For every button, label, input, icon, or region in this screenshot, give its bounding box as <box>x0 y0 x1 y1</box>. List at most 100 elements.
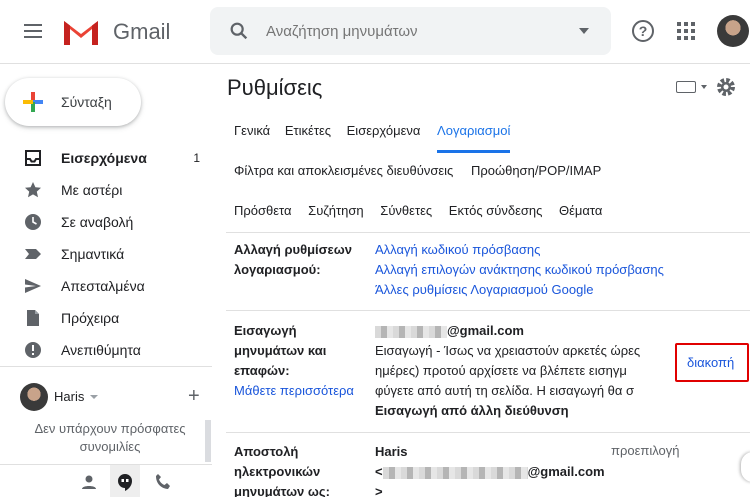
import-label: Εισαγωγή μηνυμάτων και επαφών: <box>234 321 326 381</box>
gmail-logo[interactable]: Gmail <box>62 15 170 49</box>
label-line: επαφών: <box>234 363 290 378</box>
tab-accounts[interactable]: Λογαριασμοί <box>437 123 510 138</box>
sidebar-item-label: Σημαντικά <box>61 246 125 262</box>
send-as-label: Αποστολή ηλεκτρονικών μηνυμάτων ως: <box>234 442 330 497</box>
sidebar-item-sent[interactable]: Απεσταλμένα <box>0 270 212 302</box>
phone-icon[interactable] <box>154 473 172 491</box>
apps-grid-icon[interactable] <box>677 22 701 46</box>
contacts-icon[interactable] <box>80 473 98 491</box>
important-icon <box>25 249 41 259</box>
main-menu-button[interactable] <box>18 20 48 44</box>
search-options-chevron-icon[interactable] <box>579 28 589 34</box>
email-domain: @gmail.com <box>447 323 524 338</box>
label-line: λογαριασμού: <box>234 262 321 277</box>
sidebar-item-important[interactable]: Σημαντικά <box>0 238 212 270</box>
label-line: Αποστολή <box>234 444 299 459</box>
tab-themes[interactable]: Θέματα <box>559 203 602 218</box>
row-divider <box>226 432 750 433</box>
settings-tabs-row-1: Γενικά Ετικέτες Εισερχόμενα Λογαριασμοί <box>234 123 510 143</box>
keyboard-icon[interactable] <box>676 81 696 93</box>
sidebar-item-spam[interactable]: Ανεπιθύμητα <box>0 334 212 366</box>
sidebar-divider <box>0 366 212 367</box>
chevron-down-icon[interactable] <box>701 85 707 89</box>
gear-icon[interactable] <box>716 77 736 97</box>
hangouts-icon[interactable] <box>116 473 134 491</box>
label-line: Αλλαγή ρυθμίσεων <box>234 242 352 257</box>
gmail-m-icon <box>64 21 98 45</box>
unread-count: 1 <box>193 151 200 165</box>
plus-icon <box>23 92 43 112</box>
tab-offline[interactable]: Εκτός σύνδεσης <box>449 203 543 218</box>
tabs-divider <box>226 232 750 233</box>
settings-tabs-row-2: Φίλτρα και αποκλεισμένες διευθύνσεις Προ… <box>234 163 601 183</box>
hangouts-user-name: Haris <box>54 389 85 404</box>
tab-filters[interactable]: Φίλτρα και αποκλεισμένες διευθύνσεις <box>234 163 453 178</box>
change-password-link[interactable]: Αλλαγή κωδικού πρόσβασης <box>375 240 664 260</box>
tab-chat[interactable]: Συζήτηση <box>308 203 364 218</box>
sidebar-item-label: Πρόχειρα <box>61 310 120 326</box>
side-panel-toggle[interactable] <box>741 452 750 482</box>
send-as-name: Haris <box>375 444 408 459</box>
google-account-settings-link[interactable]: Άλλες ρυθμίσεις Λογαριασμού Google <box>375 280 664 300</box>
search-bar <box>210 7 611 55</box>
inbox-icon <box>25 150 41 166</box>
send-as-email: < @gmail.com <box>375 462 605 482</box>
import-status-line: Εισαγωγή - Ίσως να χρειαστούν αρκετές ώρ… <box>375 343 641 358</box>
hangouts-scrollbar[interactable] <box>205 420 211 462</box>
tab-forwarding[interactable]: Προώθηση/POP/IMAP <box>471 163 601 178</box>
change-recovery-link[interactable]: Αλλαγή επιλογών ανάκτησης κωδικού πρόσβα… <box>375 260 664 280</box>
search-input[interactable] <box>266 21 566 41</box>
email-domain: @gmail.com <box>527 464 605 479</box>
app-name: Gmail <box>113 19 171 44</box>
redacted-email <box>375 325 447 338</box>
tab-advanced[interactable]: Σύνθετες <box>380 203 432 218</box>
settings-tabs-row-3: Πρόσθετα Συζήτηση Σύνθετες Εκτός σύνδεση… <box>234 203 602 223</box>
learn-more-link-text[interactable]: Μάθετε περισσότερα <box>234 383 354 398</box>
row-divider <box>226 310 750 311</box>
hangouts-empty-message: Δεν υπάρχουν πρόσφατες συνομιλίες <box>34 421 186 454</box>
account-settings-label: Αλλαγή ρυθμίσεων λογαριασμού: <box>234 240 352 280</box>
sidebar-item-inbox[interactable]: Εισερχόμενα 1 <box>0 142 212 174</box>
stop-import-link[interactable]: διακοπή <box>687 355 734 370</box>
sidebar-item-label: Ανεπιθύμητα <box>61 342 141 358</box>
account-avatar[interactable] <box>717 15 749 47</box>
label-line: ηλεκτρονικών <box>234 464 321 479</box>
compose-label: Σύνταξη <box>61 94 112 110</box>
clock-icon <box>25 214 41 230</box>
help-icon[interactable]: ? <box>632 20 654 42</box>
hangouts-bottom-bar <box>0 464 212 497</box>
account-settings-links: Αλλαγή κωδικού πρόσβασης Αλλαγή επιλογών… <box>375 240 664 300</box>
label-line: μηνυμάτων ως: <box>234 484 330 497</box>
sidebar-item-drafts[interactable]: Πρόχειρα <box>0 302 212 334</box>
tab-labels[interactable]: Ετικέτες <box>285 123 331 138</box>
add-conversation-button[interactable]: + <box>188 385 200 408</box>
sidebar-item-label: Απεσταλμένα <box>61 278 145 294</box>
sidebar-item-label: Σε αναβολή <box>61 214 134 230</box>
tab-addons[interactable]: Πρόσθετα <box>234 203 292 218</box>
tab-general[interactable]: Γενικά <box>234 123 270 138</box>
learn-more-link: Μάθετε περισσότερα <box>234 381 354 401</box>
spam-icon <box>25 342 41 358</box>
sidebar-item-label: Εισερχόμενα <box>61 150 147 166</box>
send-as-bracket-close: > <box>375 484 383 497</box>
draft-icon <box>27 310 39 326</box>
label-line: μηνυμάτων και <box>234 343 327 358</box>
sidebar-nav: Εισερχόμενα 1 Με αστέρι Σε αναβολή Σημαν… <box>0 142 212 366</box>
top-header: Gmail ? <box>0 0 750 64</box>
send-icon <box>25 279 41 293</box>
hangouts-user[interactable]: Haris + <box>20 383 210 411</box>
import-status-line: φύγετε από αυτή τη σελίδα. Η εισαγωγή θα… <box>375 383 635 398</box>
sidebar-item-starred[interactable]: Με αστέρι <box>0 174 212 206</box>
sidebar-item-label: Με αστέρι <box>61 182 123 198</box>
label-line: Εισαγωγή <box>234 323 297 338</box>
import-from-other-link[interactable]: Εισαγωγή από άλλη διεύθυνση <box>375 401 569 421</box>
redacted-email <box>382 466 528 479</box>
chevron-down-icon[interactable] <box>90 395 98 399</box>
search-icon[interactable] <box>228 20 250 42</box>
sidebar-item-snoozed[interactable]: Σε αναβολή <box>0 206 212 238</box>
stop-import-highlight: διακοπή <box>675 343 749 382</box>
star-icon <box>25 182 41 198</box>
import-email: @gmail.com <box>375 321 524 341</box>
compose-button[interactable]: Σύνταξη <box>5 78 141 126</box>
tab-inbox[interactable]: Εισερχόμενα <box>347 123 421 138</box>
